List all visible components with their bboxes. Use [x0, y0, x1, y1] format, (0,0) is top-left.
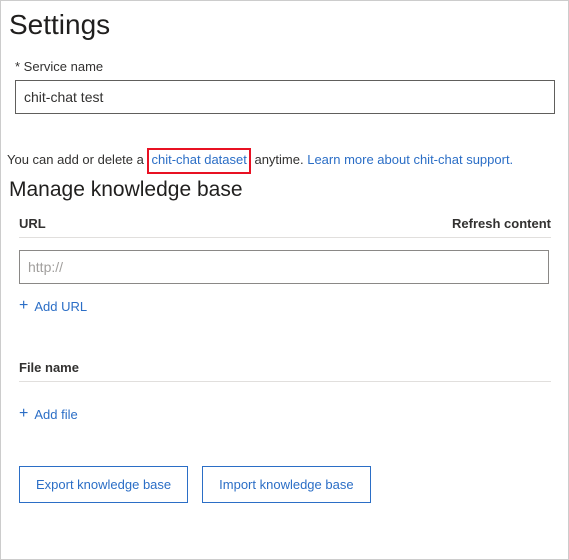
add-file-label: Add file — [34, 407, 77, 422]
plus-icon: + — [19, 298, 28, 314]
url-column-header: URL — [19, 216, 46, 231]
service-name-input[interactable] — [15, 80, 555, 114]
export-kb-button[interactable]: Export knowledge base — [19, 466, 188, 503]
add-url-button[interactable]: + Add URL — [19, 298, 87, 314]
helper-prefix: You can add or delete a — [7, 152, 147, 167]
helper-middle: anytime. — [251, 152, 307, 167]
chit-chat-dataset-link[interactable]: chit-chat dataset — [151, 152, 246, 167]
page-title: Settings — [9, 9, 556, 41]
plus-icon: + — [19, 406, 28, 422]
add-url-label: Add URL — [34, 299, 87, 314]
add-file-button[interactable]: + Add file — [19, 406, 78, 422]
refresh-content-column-header: Refresh content — [452, 216, 551, 231]
manage-kb-heading: Manage knowledge base — [9, 178, 556, 202]
service-name-label: Service name — [15, 59, 556, 74]
url-input[interactable] — [19, 250, 549, 284]
import-kb-button[interactable]: Import knowledge base — [202, 466, 370, 503]
chit-chat-helper-text: You can add or delete a chit-chat datase… — [7, 148, 556, 174]
file-name-column-header: File name — [19, 360, 79, 375]
learn-more-link[interactable]: Learn more about chit-chat support. — [307, 152, 513, 167]
